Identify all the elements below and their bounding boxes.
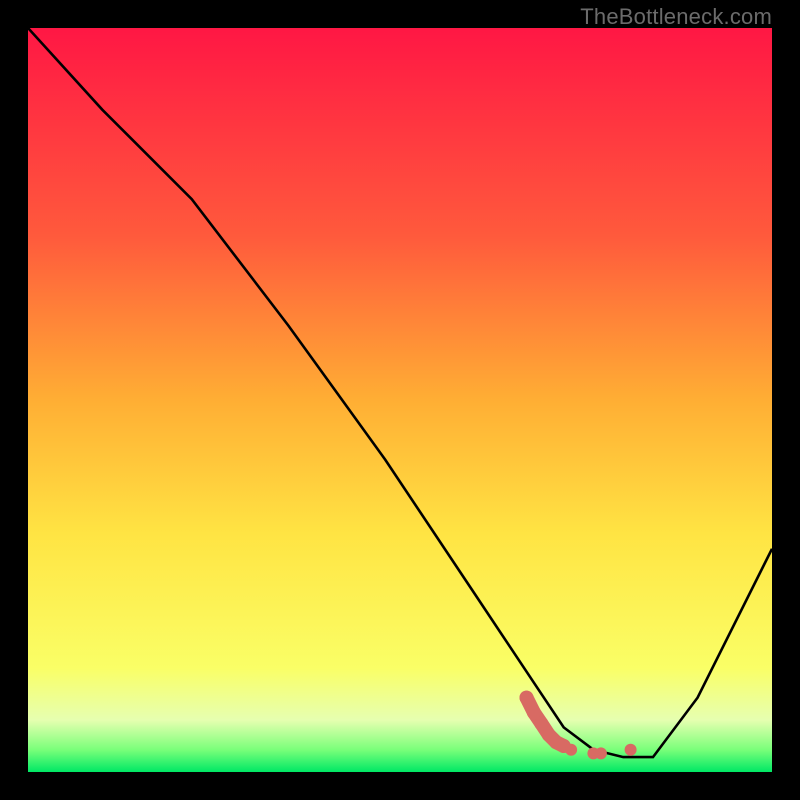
chart-frame — [28, 28, 772, 772]
optimal-marker — [520, 691, 534, 705]
optimal-marker — [625, 744, 637, 756]
optimal-marker — [565, 744, 577, 756]
bottleneck-chart — [28, 28, 772, 772]
optimal-marker — [595, 747, 607, 759]
attribution-text: TheBottleneck.com — [580, 4, 772, 30]
gradient-background — [28, 28, 772, 772]
